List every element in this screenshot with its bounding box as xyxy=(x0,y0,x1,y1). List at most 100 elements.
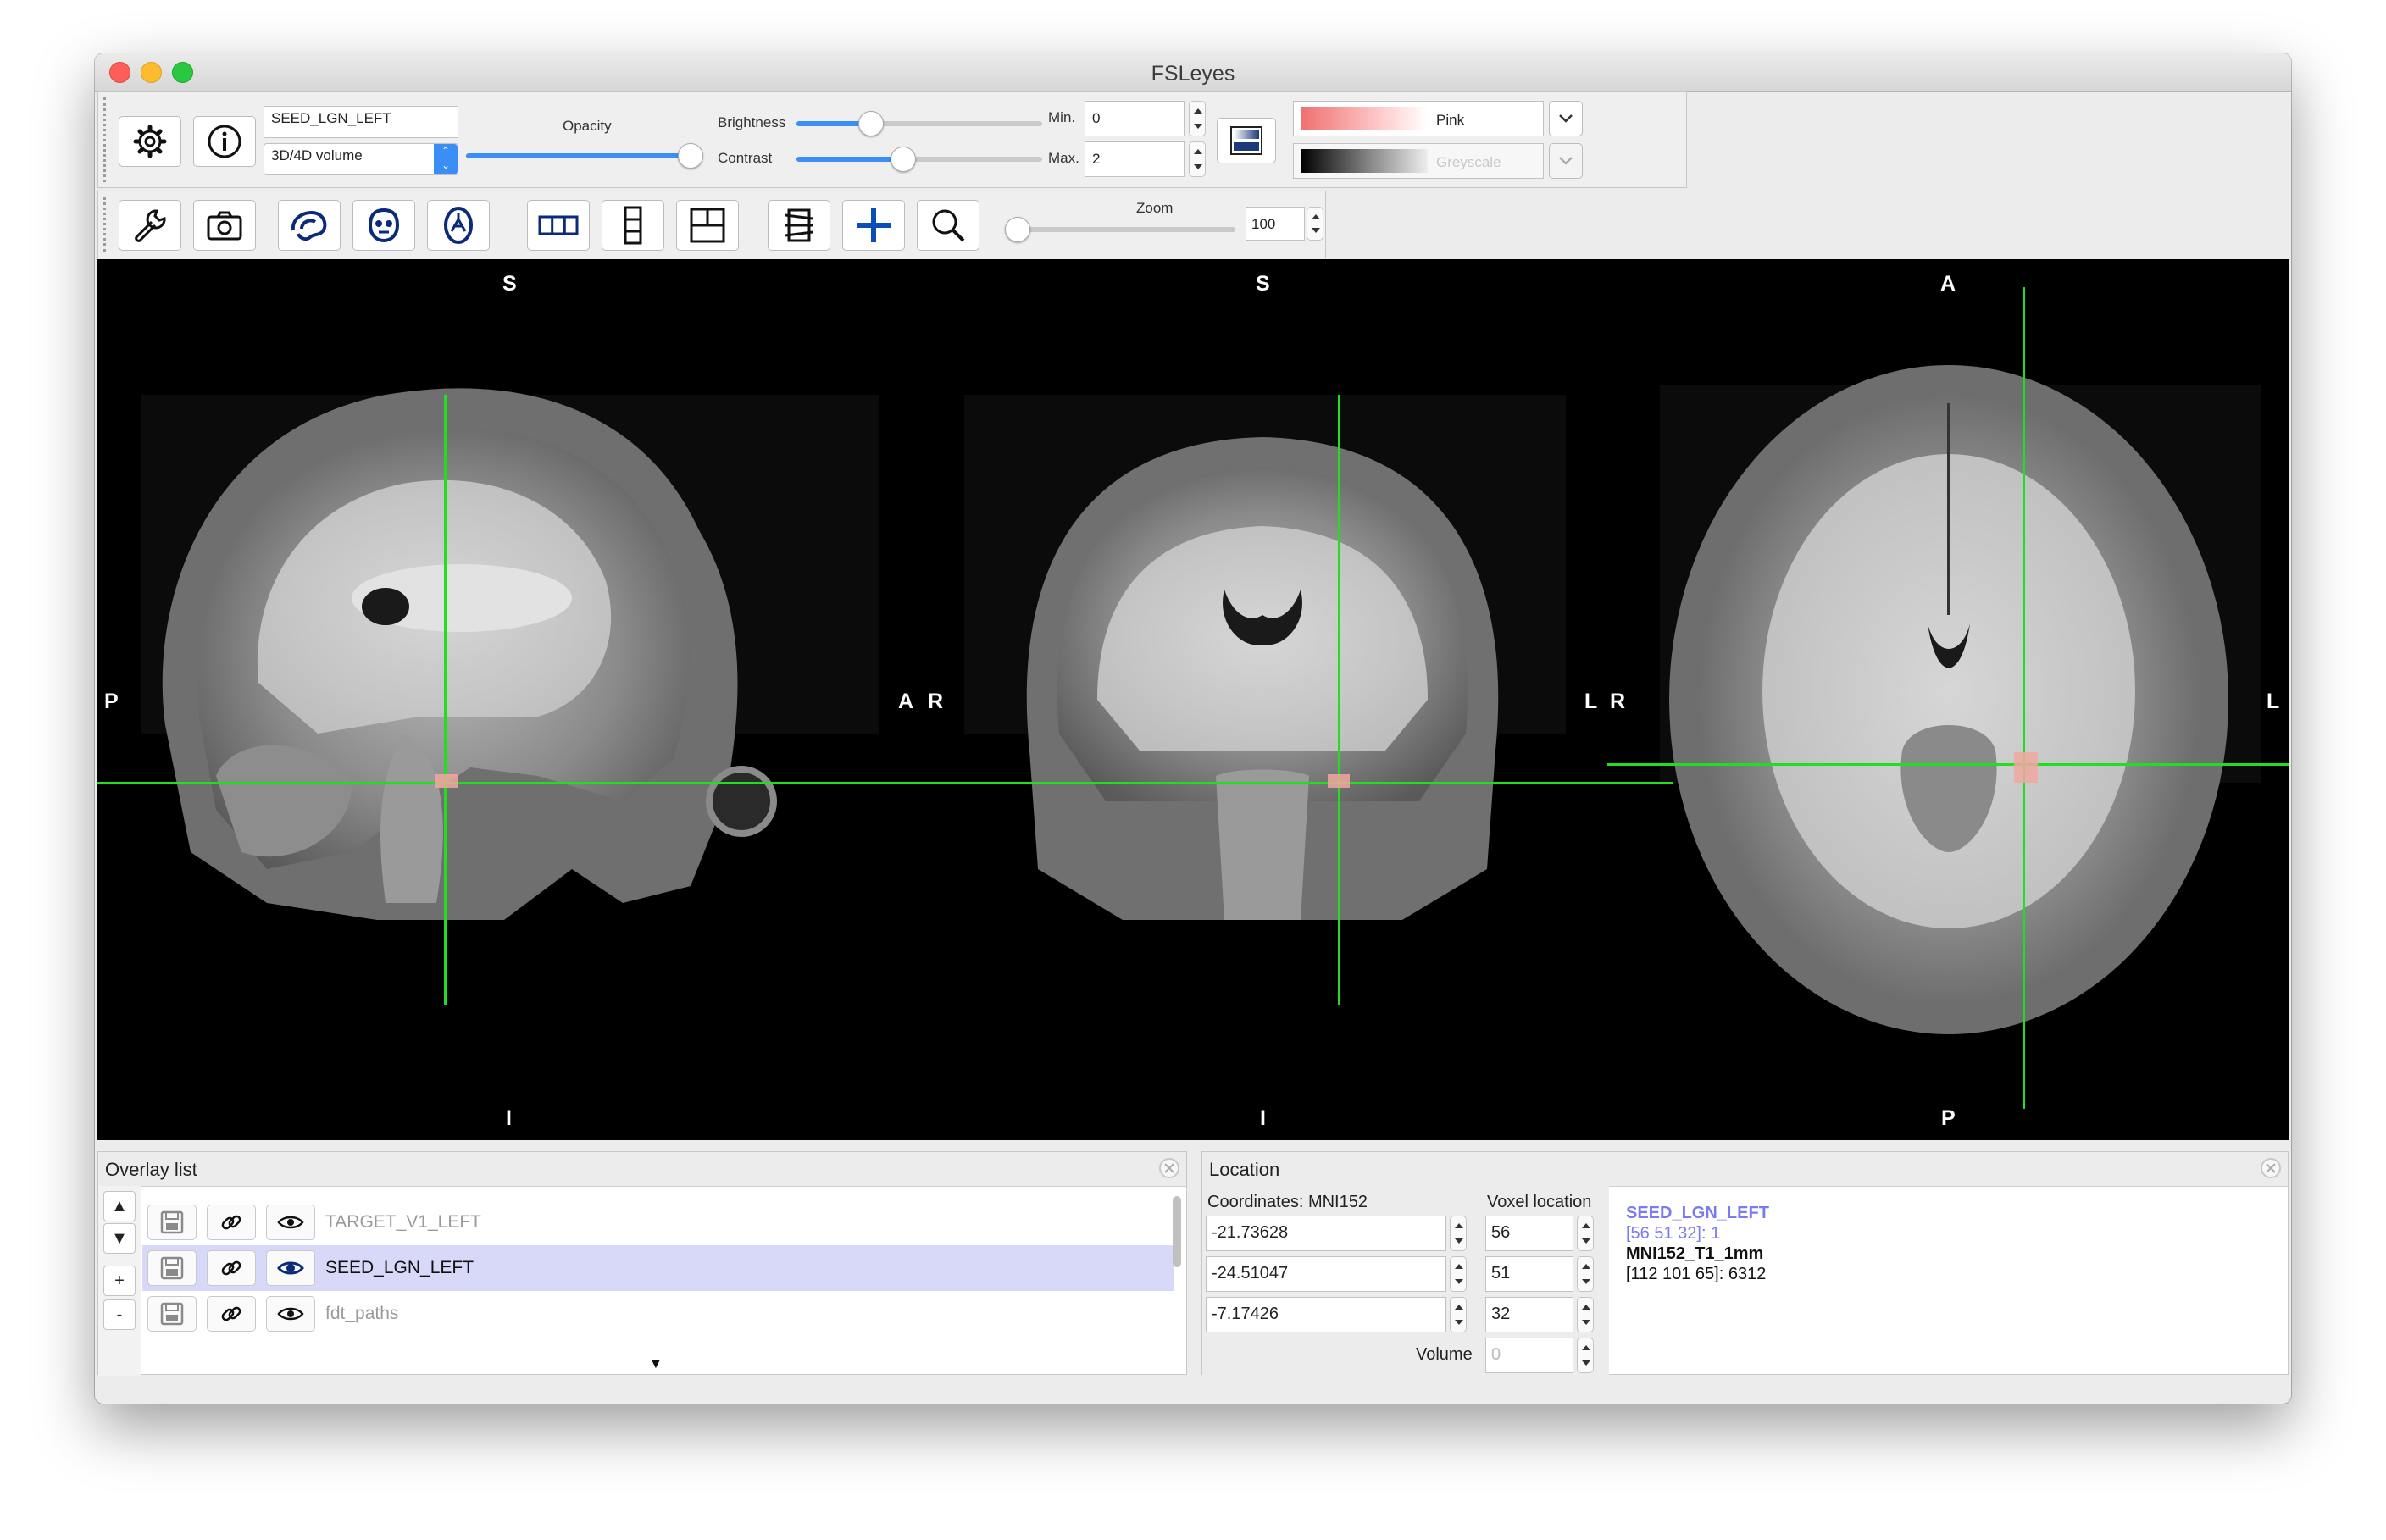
mni-info-name: MNI152_T1_1mm xyxy=(1626,1244,1764,1263)
sagittal-label-bottom: I xyxy=(506,1106,512,1130)
save-overlay-button[interactable] xyxy=(147,1205,197,1240)
link-overlay-button[interactable] xyxy=(207,1250,256,1286)
horizontal-layout-icon xyxy=(538,215,579,235)
zoom-value-stepper[interactable] xyxy=(1307,207,1323,241)
volume-stepper[interactable] xyxy=(1577,1338,1594,1373)
world-z-field[interactable]: -7.17426 xyxy=(1206,1297,1446,1332)
sagittal-view[interactable] xyxy=(141,388,879,920)
move-overlay-up-button[interactable]: ▲ xyxy=(103,1191,136,1221)
move-overlay-down-button[interactable]: ▼ xyxy=(103,1223,136,1254)
location-controls: Coordinates: MNI152 Voxel location -21.7… xyxy=(1202,1186,1609,1376)
overlay-type-select[interactable]: 3D/4D volume ⌃ ⌄ xyxy=(264,143,458,175)
info-icon xyxy=(208,125,241,158)
contrast-slider[interactable] xyxy=(796,147,1042,172)
view-settings-button[interactable] xyxy=(119,200,181,251)
world-x-field[interactable]: -21.73628 xyxy=(1206,1216,1446,1251)
overlay-row-fdt-paths[interactable]: fdt_paths xyxy=(142,1291,1174,1337)
close-overlay-list-icon[interactable] xyxy=(1159,1158,1179,1178)
colormap-dropdown-button[interactable] xyxy=(1549,101,1583,136)
toolbar-grip[interactable] xyxy=(103,97,109,182)
screenshot-button[interactable] xyxy=(193,200,256,251)
toggle-sagittal-button[interactable] xyxy=(278,200,341,251)
vertical-layout-icon xyxy=(624,206,642,245)
zoom-label: Zoom xyxy=(1136,200,1174,216)
toggle-visibility-button[interactable] xyxy=(266,1250,315,1286)
settings-button[interactable] xyxy=(119,116,181,167)
close-location-icon[interactable] xyxy=(2261,1158,2281,1178)
toolbar-grip[interactable] xyxy=(103,197,109,252)
zoom-slider[interactable] xyxy=(1005,217,1235,242)
voxel-x-field[interactable]: 56 xyxy=(1485,1216,1573,1251)
link-icon xyxy=(221,1306,241,1321)
save-overlay-button[interactable] xyxy=(147,1250,197,1286)
ortho-views[interactable] xyxy=(97,259,2289,1140)
save-overlay-button[interactable] xyxy=(147,1296,197,1332)
world-y-field[interactable]: -24.51047 xyxy=(1206,1256,1446,1292)
zoom-slider-knob[interactable] xyxy=(1005,217,1030,242)
volume-field[interactable]: 0 xyxy=(1485,1338,1573,1373)
toggle-axial-button[interactable] xyxy=(427,200,490,251)
zoom-icon xyxy=(932,209,965,242)
colorbar-icon xyxy=(1230,126,1262,155)
contrast-slider-knob[interactable] xyxy=(890,147,916,172)
opacity-slider-knob[interactable] xyxy=(677,143,703,169)
coronal-label-bottom: I xyxy=(1260,1106,1266,1130)
voxel-z-field[interactable]: 32 xyxy=(1485,1297,1573,1332)
remove-overlay-button[interactable]: - xyxy=(103,1299,136,1330)
colorbar-button[interactable] xyxy=(1217,118,1276,163)
link-overlay-button[interactable] xyxy=(207,1296,256,1332)
colormap-select[interactable]: Pink xyxy=(1293,101,1544,136)
overlay-info-button[interactable] xyxy=(193,116,256,167)
min-value-field[interactable]: 0 xyxy=(1085,101,1185,136)
toggle-visibility-button[interactable] xyxy=(266,1296,315,1332)
sagittal-ventricle xyxy=(362,588,409,625)
axial-view[interactable] xyxy=(1660,365,2261,1034)
overlay-row-target-v1-left[interactable]: TARGET_V1_LEFT xyxy=(142,1199,1174,1245)
overlay-list-scrollbar-thumb[interactable] xyxy=(1173,1196,1181,1267)
overlay-name-field[interactable]: SEED_LGN_LEFT xyxy=(264,106,458,138)
contrast-slider-fill xyxy=(796,157,902,162)
coordinates-label: Coordinates: MNI152 xyxy=(1207,1193,1368,1211)
voxel-z-stepper[interactable] xyxy=(1577,1297,1594,1332)
negative-colormap-select[interactable]: Greyscale xyxy=(1293,143,1544,179)
save-icon xyxy=(160,1256,184,1280)
opacity-slider[interactable] xyxy=(466,143,703,169)
brightness-slider[interactable] xyxy=(796,111,1042,136)
movie-mode-button[interactable] xyxy=(768,200,830,251)
negative-colormap-dropdown-button[interactable] xyxy=(1549,143,1583,179)
grid-layout-button[interactable] xyxy=(676,200,739,251)
ortho-view-canvas[interactable]: S I P A S I R L A P R L xyxy=(97,259,2289,1140)
max-label: Max. xyxy=(1048,150,1079,166)
save-icon xyxy=(160,1302,184,1326)
seed-info-name: SEED_LGN_LEFT xyxy=(1626,1204,1769,1222)
overlay-list-scrollbar[interactable] xyxy=(1171,1193,1183,1362)
toggle-visibility-button[interactable] xyxy=(266,1205,315,1240)
overlay-row-seed-lgn-left[interactable]: SEED_LGN_LEFT xyxy=(142,1245,1174,1291)
axial-cursor-horizontal xyxy=(1607,763,2289,766)
scroll-down-icon[interactable]: ▼ xyxy=(649,1357,663,1372)
max-value-field[interactable]: 2 xyxy=(1085,141,1185,177)
voxel-y-stepper[interactable] xyxy=(1577,1256,1594,1292)
world-y-stepper[interactable] xyxy=(1450,1256,1467,1292)
world-x-stepper[interactable] xyxy=(1450,1216,1467,1251)
world-z-stepper[interactable] xyxy=(1450,1297,1467,1332)
max-value-stepper[interactable] xyxy=(1189,141,1206,177)
coronal-view[interactable] xyxy=(964,395,1566,920)
min-value-stepper[interactable] xyxy=(1189,101,1206,136)
sagittal-label-left: P xyxy=(104,690,119,713)
voxel-y-field[interactable]: 51 xyxy=(1485,1256,1573,1292)
sagittal-seed-marker xyxy=(435,774,458,788)
toggle-cursor-button[interactable] xyxy=(842,200,905,251)
eye-icon xyxy=(277,1307,304,1321)
toggle-coronal-button[interactable] xyxy=(352,200,415,251)
horizontal-layout-button[interactable] xyxy=(527,200,590,251)
link-overlay-button[interactable] xyxy=(207,1205,256,1240)
zoom-value-field[interactable]: 100 xyxy=(1246,207,1305,241)
add-overlay-button[interactable]: + xyxy=(103,1266,136,1296)
brightness-slider-knob[interactable] xyxy=(858,111,884,136)
voxel-x-stepper[interactable] xyxy=(1577,1216,1594,1251)
negative-colormap-value: Greyscale xyxy=(1436,154,1501,170)
vertical-layout-button[interactable] xyxy=(602,200,664,251)
zoom-button[interactable] xyxy=(917,200,979,251)
link-icon xyxy=(221,1215,241,1230)
